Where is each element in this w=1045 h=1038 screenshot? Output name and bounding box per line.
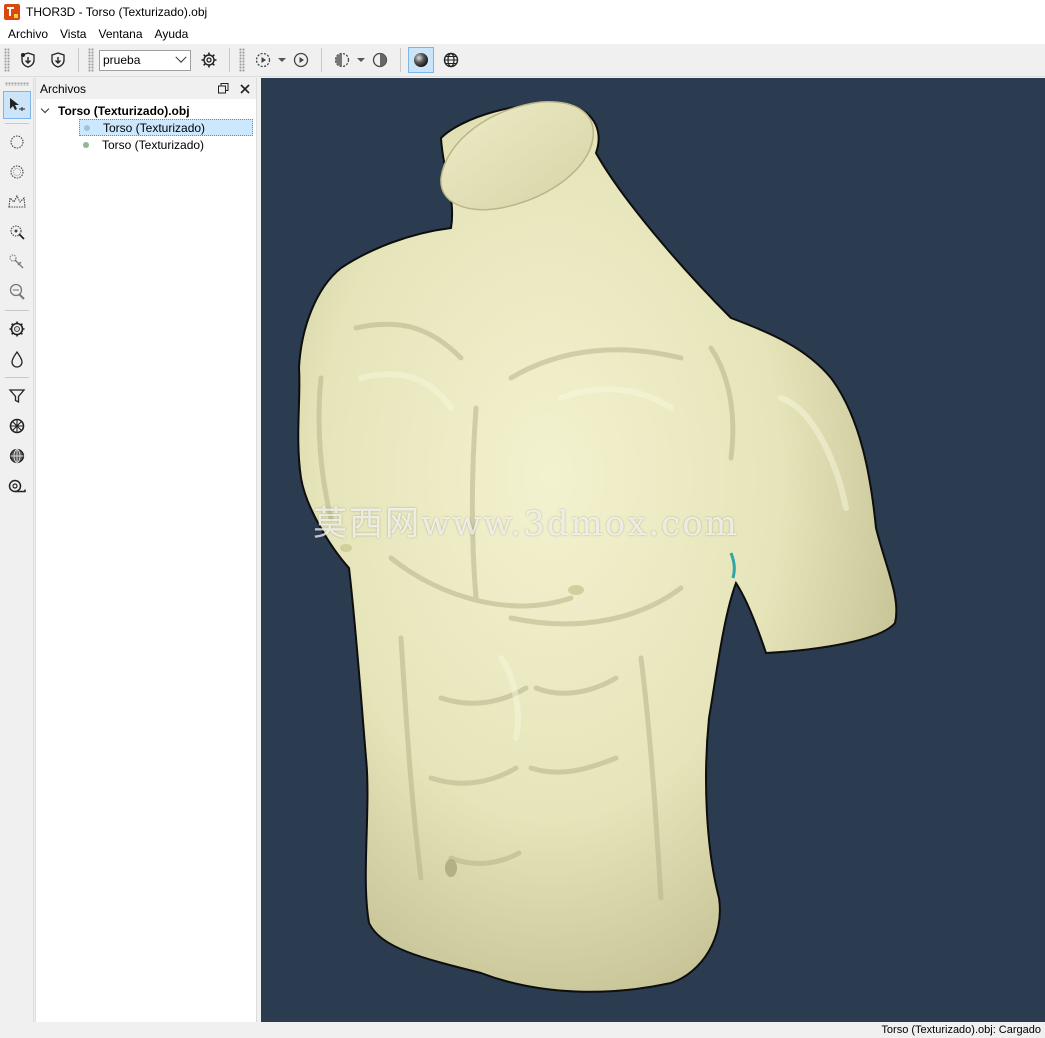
- crown-select-button[interactable]: [3, 188, 31, 216]
- files-panel-title: Archivos: [40, 81, 87, 96]
- mesh-dot-icon: [83, 141, 89, 148]
- menu-archivo[interactable]: Archivo: [2, 24, 54, 44]
- gear-icon: [201, 52, 217, 68]
- sphere-grid-icon: [9, 448, 24, 464]
- scissors-icon: [8, 254, 23, 269]
- half-sphere-dashed-icon: [334, 52, 350, 68]
- magic-select-button[interactable]: [3, 218, 31, 246]
- status-bar: Torso (Texturizado).obj: Cargado: [0, 1022, 1045, 1036]
- dashed-circle-select-icon: [9, 165, 24, 179]
- lasso-icon: [9, 283, 25, 300]
- gear-ring-icon: [9, 321, 24, 337]
- menu-vista[interactable]: Vista: [54, 24, 92, 44]
- menu-ayuda[interactable]: Ayuda: [149, 24, 195, 44]
- files-panel-header[interactable]: Archivos: [36, 78, 256, 99]
- play-button[interactable]: [288, 47, 314, 73]
- left-toolbar-grip[interactable]: [4, 82, 29, 86]
- align-tool-button[interactable]: [3, 412, 31, 440]
- files-panel: Archivos Torso (Texturizado).obj Torso (…: [35, 78, 257, 1022]
- watermark-text: 莫西网www.3dmox.com: [313, 504, 739, 544]
- app-logo-icon: [4, 4, 20, 20]
- undock-button[interactable]: [216, 82, 230, 96]
- play-circle-dashed-icon: [255, 52, 271, 68]
- settings-button[interactable]: [196, 47, 222, 73]
- measure-tool-button[interactable]: [3, 472, 31, 500]
- play-scan-button[interactable]: [250, 47, 276, 73]
- profile-select[interactable]: prueba: [99, 49, 191, 71]
- solid-view-button[interactable]: [408, 47, 434, 73]
- chevron-down-icon[interactable]: [40, 104, 50, 114]
- texture-mode-button[interactable]: [329, 47, 355, 73]
- fill-holes-button[interactable]: [3, 345, 31, 373]
- tree-item-mesh-1[interactable]: Torso (Texturizado): [79, 119, 253, 136]
- tree-item-label: Torso (Texturizado): [103, 120, 206, 135]
- magic-select-icon: [9, 225, 25, 240]
- toolbar-grip[interactable]: [4, 48, 10, 72]
- chevron-down-icon: [175, 51, 187, 63]
- wireframe-view-button[interactable]: [438, 47, 464, 73]
- status-text: Torso (Texturizado).obj: Cargado: [881, 1024, 1041, 1036]
- import-button[interactable]: [15, 47, 41, 73]
- select-tool-button[interactable]: [2, 91, 31, 119]
- play-circle-icon: [293, 52, 309, 68]
- mesh-tool-button[interactable]: [3, 442, 31, 470]
- half-sphere-icon: [372, 52, 388, 68]
- window-title: THOR3D - Torso (Texturizado).obj: [26, 5, 208, 19]
- toolbar-grip-2[interactable]: [88, 48, 94, 72]
- tree-root-item[interactable]: Torso (Texturizado).obj: [36, 102, 256, 119]
- cut-tool-button[interactable]: [3, 248, 31, 276]
- circle-select-icon: [9, 135, 24, 149]
- file-tree: Torso (Texturizado).obj Torso (Texturiza…: [36, 99, 256, 153]
- profile-select-value: prueba: [103, 53, 141, 67]
- export-button[interactable]: [45, 47, 71, 73]
- sphere-icon: [414, 53, 428, 67]
- close-panel-button[interactable]: [238, 82, 252, 96]
- process-tool-button[interactable]: [3, 315, 31, 343]
- crown-select-icon: [7, 194, 26, 208]
- restore-window-icon: [217, 83, 228, 94]
- mesh-dot-icon: [84, 124, 90, 131]
- 3d-viewport[interactable]: 莫西网www.3dmox.com: [261, 78, 1045, 1022]
- drop-icon: [10, 350, 23, 368]
- shield-down-alt-icon: [51, 52, 65, 68]
- left-toolbar: [0, 78, 34, 1022]
- play-scan-dropdown[interactable]: [278, 47, 286, 73]
- tape-measure-icon: [8, 479, 26, 493]
- funnel-icon: [8, 389, 25, 404]
- close-icon: [240, 83, 250, 94]
- tree-item-mesh-2[interactable]: Torso (Texturizado): [79, 136, 253, 153]
- filter-tool-button[interactable]: [3, 382, 31, 410]
- menu-ventana[interactable]: Ventana: [92, 24, 148, 44]
- menu-bar: Archivo Vista Ventana Ayuda: [0, 24, 1045, 44]
- lasso-tool-button[interactable]: [3, 278, 31, 306]
- toolbar-grip-3[interactable]: [239, 48, 245, 72]
- shading-button[interactable]: [367, 47, 393, 73]
- texture-mode-dropdown[interactable]: [357, 47, 365, 73]
- area-select-button[interactable]: [3, 158, 31, 186]
- wheel-icon: [9, 418, 24, 434]
- globe-icon: [443, 52, 459, 68]
- tree-root-label: Torso (Texturizado).obj: [58, 103, 190, 118]
- shield-down-icon: [21, 52, 35, 68]
- main-toolbar: prueba: [0, 44, 1045, 77]
- tree-item-label: Torso (Texturizado): [102, 137, 205, 152]
- circle-select-button[interactable]: [3, 128, 31, 156]
- title-bar: THOR3D - Torso (Texturizado).obj: [0, 0, 1045, 24]
- select-arrow-icon: [9, 98, 25, 111]
- torso-model: [297, 101, 898, 993]
